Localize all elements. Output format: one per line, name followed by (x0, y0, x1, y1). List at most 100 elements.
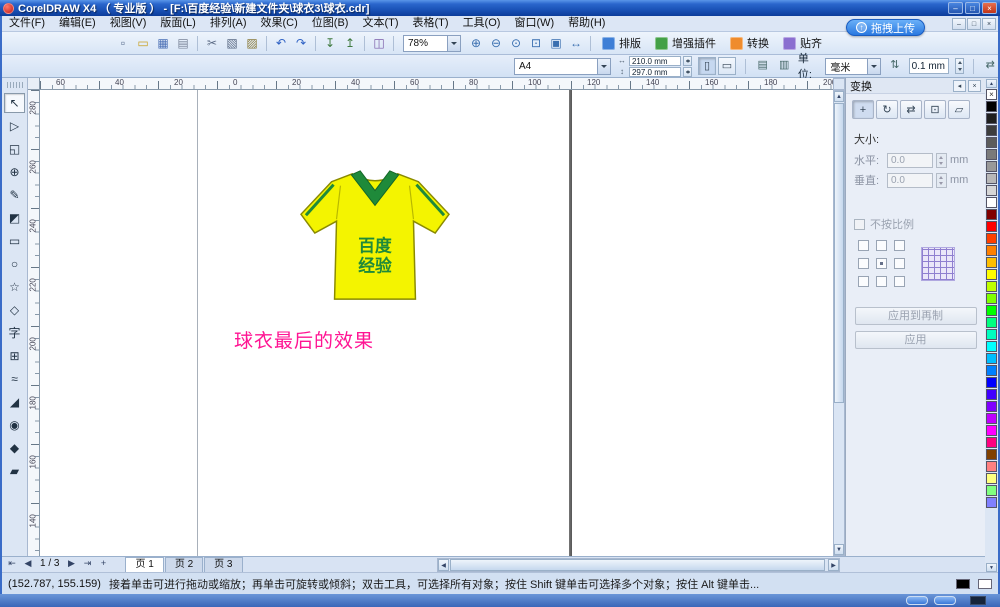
palette-scroll-down-icon[interactable]: ▼ (986, 563, 997, 572)
zoom-tool[interactable]: ⊕ (4, 162, 25, 182)
color-swatch[interactable] (986, 197, 997, 208)
color-swatch[interactable] (986, 185, 997, 196)
menu-item[interactable]: 编辑(E) (52, 16, 103, 31)
apply-button[interactable]: 应用 (855, 331, 977, 349)
smart-fill-tool[interactable]: ◩ (4, 208, 25, 228)
transform-size-button[interactable]: ⊡ (924, 100, 946, 119)
eyedropper-tool[interactable]: ◢ (4, 392, 25, 412)
chevron-down-icon[interactable] (447, 36, 460, 51)
portrait-button[interactable]: ▯ (698, 57, 716, 75)
table-tool[interactable]: ⊞ (4, 346, 25, 366)
crop-tool[interactable]: ◱ (4, 139, 25, 159)
menu-item[interactable]: 文件(F) (2, 16, 52, 31)
color-swatch[interactable] (986, 305, 997, 316)
docker-collapse-icon[interactable]: ◂ (953, 80, 966, 92)
paper-height-input[interactable]: 297.0 mm (629, 67, 681, 77)
minimize-button[interactable]: – (948, 2, 963, 14)
paper-height-spinner[interactable] (683, 67, 692, 77)
transform-position-button[interactable]: + (852, 100, 874, 119)
color-swatch[interactable] (986, 437, 997, 448)
color-swatch[interactable] (986, 257, 997, 268)
anchor-checkbox[interactable] (894, 240, 905, 251)
zoom-level-combobox[interactable]: 78% (403, 35, 461, 52)
paper-width-input[interactable]: 210.0 mm (629, 56, 681, 66)
color-swatch[interactable] (986, 413, 997, 424)
horizontal-scroll-thumb[interactable] (450, 559, 825, 571)
interactive-fill-tool[interactable]: ▰ (4, 461, 25, 481)
outline-pen-tool[interactable]: ◉ (4, 415, 25, 435)
apply-to-duplicate-button[interactable]: 应用到再制 (855, 307, 977, 325)
menu-item[interactable]: 表格(T) (406, 16, 456, 31)
application-launcher-icon[interactable]: ◫ (370, 34, 388, 52)
cut-icon[interactable]: ✂ (203, 34, 221, 52)
color-swatch[interactable] (986, 449, 997, 460)
undo-icon[interactable]: ↶ (272, 34, 290, 52)
color-swatch[interactable] (986, 137, 997, 148)
nonproportional-row[interactable]: 不按比例 (846, 214, 985, 234)
anchor-checkbox[interactable] (858, 258, 869, 269)
color-swatch[interactable]: × (986, 89, 997, 100)
open-icon[interactable]: ▭ (134, 34, 152, 52)
color-swatch[interactable] (986, 113, 997, 124)
color-swatch[interactable] (986, 149, 997, 160)
color-swatch[interactable] (986, 317, 997, 328)
save-icon[interactable]: ▦ (154, 34, 172, 52)
anchor-checkbox[interactable] (876, 258, 887, 269)
vertical-scroll-thumb[interactable] (834, 103, 844, 403)
import-icon[interactable]: ↧ (321, 34, 339, 52)
color-swatch[interactable] (986, 173, 997, 184)
scroll-down-button[interactable]: ▼ (834, 544, 844, 555)
page-tab[interactable]: 页 2 (165, 557, 203, 572)
menu-item[interactable]: 排列(A) (203, 16, 254, 31)
doc-close-button[interactable]: × (982, 18, 996, 30)
chevron-down-icon[interactable] (867, 59, 880, 74)
anchor-checkbox[interactable] (894, 258, 905, 269)
color-swatch[interactable] (986, 461, 997, 472)
scroll-up-button[interactable]: ▲ (834, 91, 844, 102)
color-swatch[interactable] (986, 233, 997, 244)
toolbox-grip[interactable] (7, 82, 23, 88)
shape-tool[interactable]: ▷ (4, 116, 25, 136)
fill-tool[interactable]: ◆ (4, 438, 25, 458)
anchor-checkbox[interactable] (876, 276, 887, 287)
nonproportional-checkbox[interactable] (854, 219, 865, 230)
menu-item[interactable]: 帮助(H) (561, 16, 612, 31)
scroll-right-button[interactable]: ▶ (828, 559, 839, 571)
doc-restore-button[interactable]: □ (967, 18, 981, 30)
color-swatch[interactable] (986, 341, 997, 352)
duplicate-distance-icon[interactable]: ⇄ (983, 57, 998, 75)
anchor-checkbox[interactable] (858, 276, 869, 287)
vertical-input[interactable]: 0.0 (887, 173, 933, 188)
overlay-badge-dark[interactable] (970, 596, 986, 605)
first-page-button[interactable]: ⇤ (4, 557, 20, 571)
zoom-out-icon[interactable]: ⊖ (487, 34, 505, 52)
anchor-checkbox[interactable] (894, 276, 905, 287)
menu-item[interactable]: 位图(B) (305, 16, 356, 31)
paper-size-combobox[interactable]: A4 (514, 58, 611, 75)
plugin-button[interactable]: 转换 (724, 34, 775, 53)
v-ruler[interactable]: 280260240220200180160140 (28, 90, 40, 556)
landscape-button[interactable]: ▭ (718, 57, 736, 75)
next-page-button[interactable]: ▶ (63, 557, 79, 571)
zoom-selected-icon[interactable]: ⊙ (507, 34, 525, 52)
zoom-to-width-icon[interactable]: ↔ (567, 34, 585, 52)
menu-item[interactable]: 窗口(W) (507, 16, 561, 31)
zoom-all-objects-icon[interactable]: ⊡ (527, 34, 545, 52)
jersey-text-line2[interactable]: 经验 (358, 255, 392, 275)
jersey-text-line1[interactable]: 百度 (358, 236, 392, 256)
color-swatch[interactable] (986, 329, 997, 340)
zoom-to-page-icon[interactable]: ▣ (547, 34, 565, 52)
redo-icon[interactable]: ↷ (292, 34, 310, 52)
current-page-icon[interactable]: ▥ (776, 57, 791, 75)
copy-icon[interactable]: ▧ (223, 34, 241, 52)
ellipse-tool[interactable]: ○ (4, 254, 25, 274)
interactive-blend-tool[interactable]: ≈ (4, 369, 25, 389)
drag-upload-button[interactable]: ↑ 拖拽上传 (846, 19, 925, 36)
page-tab[interactable]: 页 1 (125, 557, 163, 572)
print-icon[interactable]: ▤ (174, 34, 192, 52)
freehand-tool[interactable]: ✎ (4, 185, 25, 205)
menu-item[interactable]: 视图(V) (103, 16, 154, 31)
color-swatch[interactable] (986, 281, 997, 292)
vertical-spinner[interactable] (936, 173, 947, 188)
menu-item[interactable]: 版面(L) (153, 16, 202, 31)
